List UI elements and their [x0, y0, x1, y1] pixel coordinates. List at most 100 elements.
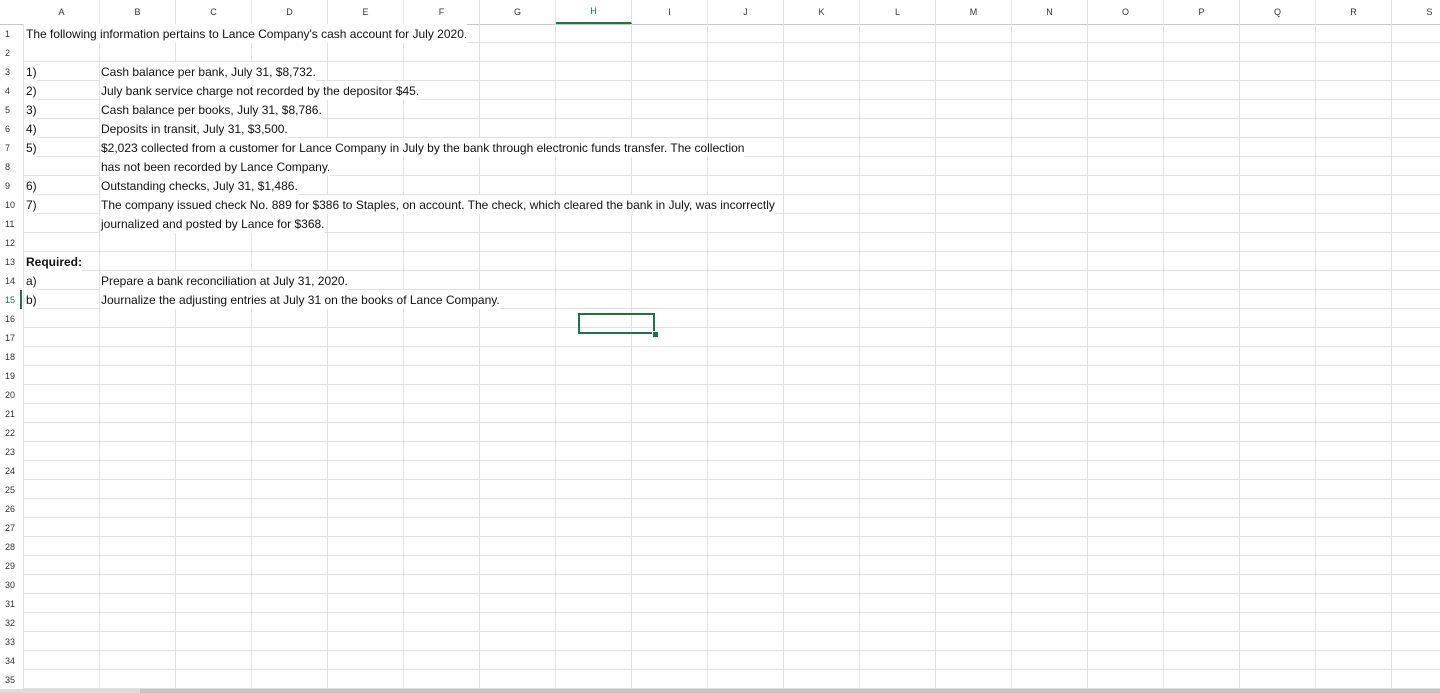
row-gridline — [24, 365, 1440, 366]
cell-b7[interactable]: $2,023 collected from a customer for Lan… — [100, 138, 745, 157]
column-header-e[interactable]: E — [328, 0, 404, 24]
column-gridline — [783, 24, 784, 693]
row-header-18[interactable]: 18 — [0, 347, 22, 366]
column-header-g[interactable]: G — [480, 0, 556, 24]
column-header-l[interactable]: L — [860, 0, 936, 24]
column-header-b[interactable]: B — [100, 0, 176, 24]
column-headers: ABCDEFGHIJKLMNOPQRS — [0, 0, 1440, 25]
column-header-o[interactable]: O — [1088, 0, 1164, 24]
column-header-p[interactable]: P — [1164, 0, 1240, 24]
column-header-q[interactable]: Q — [1240, 0, 1316, 24]
row-header-5[interactable]: 5 — [0, 100, 22, 119]
row-header-31[interactable]: 31 — [0, 594, 22, 613]
column-header-j[interactable]: J — [708, 0, 784, 24]
row-gridline — [24, 517, 1440, 518]
row-header-25[interactable]: 25 — [0, 480, 22, 499]
row-gridline — [24, 403, 1440, 404]
column-header-f[interactable]: F — [404, 0, 480, 24]
row-header-15[interactable]: 15 — [0, 290, 22, 309]
cell-a6[interactable]: 4) — [24, 119, 37, 138]
column-header-n[interactable]: N — [1012, 0, 1088, 24]
cell-b10[interactable]: The company issued check No. 889 for $38… — [100, 195, 775, 214]
cell-b5[interactable]: Cash balance per books, July 31, $8,786. — [100, 100, 322, 119]
row-header-28[interactable]: 28 — [0, 537, 22, 556]
column-header-h[interactable]: H — [556, 0, 632, 24]
row-header-23[interactable]: 23 — [0, 442, 22, 461]
row-header-3[interactable]: 3 — [0, 62, 22, 81]
column-gridline — [1163, 24, 1164, 693]
cell-b8[interactable]: has not been recorded by Lance Company. — [100, 157, 331, 176]
row-header-13[interactable]: 13 — [0, 252, 22, 271]
cell-b4[interactable]: July bank service charge not recorded by… — [100, 81, 420, 100]
row-header-21[interactable]: 21 — [0, 404, 22, 423]
cell-a14[interactable]: a) — [24, 271, 37, 290]
column-header-d[interactable]: D — [252, 0, 328, 24]
row-header-8[interactable]: 8 — [0, 157, 22, 176]
row-header-11[interactable]: 11 — [0, 214, 22, 233]
cell-b6[interactable]: Deposits in transit, July 31, $3,500. — [100, 119, 288, 138]
column-header-k[interactable]: K — [784, 0, 860, 24]
column-header-s[interactable]: S — [1392, 0, 1440, 24]
row-header-26[interactable]: 26 — [0, 499, 22, 518]
row-gridline — [24, 327, 1440, 328]
row-header-9[interactable]: 9 — [0, 176, 22, 195]
row-gridline — [24, 612, 1440, 613]
row-header-29[interactable]: 29 — [0, 556, 22, 575]
column-gridline — [1239, 24, 1240, 693]
cell-b9[interactable]: Outstanding checks, July 31, $1,486. — [100, 176, 298, 195]
cell-a15[interactable]: b) — [24, 290, 37, 309]
cell-a7[interactable]: 5) — [24, 138, 37, 157]
row-header-14[interactable]: 14 — [0, 271, 22, 290]
cell-grid[interactable]: The following information pertains to La… — [23, 24, 1440, 693]
row-header-22[interactable]: 22 — [0, 423, 22, 442]
row-header-19[interactable]: 19 — [0, 366, 22, 385]
row-gridline — [24, 593, 1440, 594]
cell-b3[interactable]: Cash balance per bank, July 31, $8,732. — [100, 62, 316, 81]
cell-b11[interactable]: journalized and posted by Lance for $368… — [100, 214, 325, 233]
row-header-4[interactable]: 4 — [0, 81, 22, 100]
cell-a1[interactable]: The following information pertains to La… — [24, 24, 468, 43]
row-header-33[interactable]: 33 — [0, 632, 22, 651]
column-header-i[interactable]: I — [632, 0, 708, 24]
column-gridline — [479, 24, 480, 693]
fill-handle[interactable] — [652, 331, 659, 338]
active-cell-cursor[interactable] — [578, 313, 655, 334]
column-header-a[interactable]: A — [24, 0, 100, 24]
row-header-32[interactable]: 32 — [0, 613, 22, 632]
cell-a9[interactable]: 6) — [24, 176, 37, 195]
row-header-2[interactable]: 2 — [0, 43, 22, 62]
column-header-c[interactable]: C — [176, 0, 252, 24]
cell-b14[interactable]: Prepare a bank reconciliation at July 31… — [100, 271, 348, 290]
row-gridline — [24, 574, 1440, 575]
row-header-30[interactable]: 30 — [0, 575, 22, 594]
column-gridline — [631, 24, 632, 693]
spreadsheet: ABCDEFGHIJKLMNOPQRS 1 2 3 4 5 6 7 8 9 10 11 12 13 14 1… — [0, 0, 1440, 693]
cell-a10[interactable]: 7) — [24, 195, 37, 214]
column-header-r[interactable]: R — [1316, 0, 1392, 24]
row-header-12[interactable]: 12 — [0, 233, 22, 252]
cell-a5[interactable]: 3) — [24, 100, 37, 119]
cell-a3[interactable]: 1) — [24, 62, 37, 81]
row-header-34[interactable]: 34 — [0, 651, 22, 670]
row-header-20[interactable]: 20 — [0, 385, 22, 404]
column-header-m[interactable]: M — [936, 0, 1012, 24]
cell-a13[interactable]: Required: — [24, 252, 83, 271]
row-header-17[interactable]: 17 — [0, 328, 22, 347]
column-gridline — [935, 24, 936, 693]
row-header-10[interactable]: 10 — [0, 195, 22, 214]
cell-a4[interactable]: 2) — [24, 81, 37, 100]
row-header-6[interactable]: 6 — [0, 119, 22, 138]
row-gridline — [24, 422, 1440, 423]
row-gridline — [24, 479, 1440, 480]
row-gridline — [24, 346, 1440, 347]
column-gridline — [1011, 24, 1012, 693]
row-header-1[interactable]: 1 — [0, 24, 22, 43]
row-header-24[interactable]: 24 — [0, 461, 22, 480]
column-gridline — [403, 24, 404, 693]
row-header-27[interactable]: 27 — [0, 518, 22, 537]
horizontal-scrollbar-thumb[interactable] — [140, 689, 1440, 693]
row-header-16[interactable]: 16 — [0, 309, 22, 328]
row-header-35[interactable]: 35 — [0, 670, 22, 689]
row-header-7[interactable]: 7 — [0, 138, 22, 157]
cell-b15[interactable]: Journalize the adjusting entries at July… — [100, 290, 500, 309]
